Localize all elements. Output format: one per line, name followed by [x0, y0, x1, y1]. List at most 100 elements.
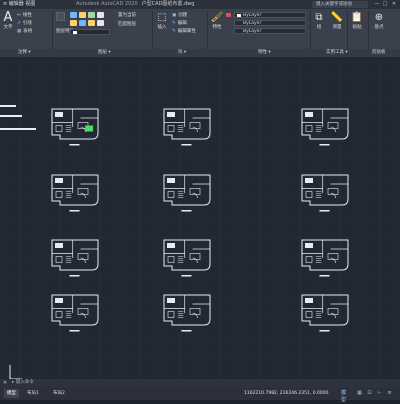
set-current-button[interactable]: 置为当前 — [118, 12, 136, 19]
close-icon[interactable]: ✕ — [3, 379, 7, 387]
floor-plan-d1[interactable] — [51, 294, 99, 332]
staircase — [177, 311, 184, 318]
create-icon: ▣ — [172, 13, 177, 18]
layer-lock-icon[interactable] — [88, 12, 95, 18]
tab-model[interactable]: 模型 — [4, 389, 19, 398]
floor-plan-d3[interactable] — [301, 294, 349, 332]
sheet-title-line — [319, 210, 330, 212]
drawing-area[interactable] — [0, 57, 400, 379]
panel-divider — [152, 11, 153, 49]
ribbon-panel-labels: 注释 ▾ 图层 ▾ 块 ▾ 特性 ▾ 实用工具 ▾ 剪贴板 — [0, 49, 400, 57]
linear-dimension-button[interactable]: ↔ 线性 — [17, 12, 32, 19]
panel-label-clipboard[interactable]: 剪贴板 — [372, 49, 386, 57]
panel-label-layers[interactable]: 图层 ▾ — [98, 49, 111, 57]
linetype-dropdown[interactable]: ByLayer — [234, 20, 306, 26]
table-button[interactable]: ▦ 表格 — [17, 28, 32, 35]
layer-on-icon[interactable] — [70, 12, 77, 18]
leader-button[interactable]: ↗ 引线 — [17, 20, 32, 27]
layer-merge-icon[interactable] — [97, 20, 104, 26]
layer-swatch — [73, 31, 77, 34]
panel-divider — [368, 11, 369, 49]
floor-plan-c2[interactable] — [163, 239, 211, 277]
panel-label-block[interactable]: 块 ▾ — [178, 49, 186, 57]
furniture-block — [305, 125, 313, 132]
sheet-title-line — [181, 210, 192, 212]
furniture-block — [305, 256, 313, 263]
staircase — [315, 191, 322, 198]
tab-layout1[interactable]: 布局1 — [24, 389, 42, 398]
maximize-button[interactable]: □ — [382, 1, 388, 7]
model-space-label[interactable]: 模型 — [340, 390, 347, 403]
floor-plan-b3[interactable] — [301, 174, 349, 212]
paste-button-label: 粘贴 — [352, 25, 362, 30]
text-button[interactable]: A 文字 — [2, 11, 14, 31]
settings-menu-icon[interactable]: ≡ — [386, 390, 393, 397]
floor-plan-a1[interactable] — [51, 108, 99, 146]
minimize-button[interactable]: — — [374, 1, 380, 7]
drawing-canvas[interactable] — [0, 57, 400, 379]
floor-plan-a3[interactable] — [301, 108, 349, 146]
panel-label-properties[interactable]: 特性 ▾ — [258, 49, 271, 57]
edit-block-button[interactable]: ✎ 编辑 — [172, 20, 187, 27]
measure-button[interactable]: 📏 测量 — [330, 11, 344, 31]
command-input[interactable]: ▸ 键入命令 — [12, 379, 34, 387]
grid-toggle-icon[interactable]: ▦ — [356, 390, 363, 397]
group-button[interactable]: ⧉ 组 — [313, 11, 325, 31]
sheet-title-line — [181, 275, 192, 277]
color-swatch — [237, 14, 241, 17]
text-icon: A — [3, 10, 13, 25]
furniture-block — [305, 311, 313, 318]
file-name: 户型CAD图纸布置.dwg — [141, 1, 195, 7]
edit-attributes-button[interactable]: ✎ 编辑属性 — [172, 28, 196, 35]
door-swing — [80, 126, 86, 133]
base-point-button[interactable]: ⊕ 基点 — [372, 11, 386, 31]
fixture-block — [55, 298, 63, 303]
close-button[interactable]: ✕ — [391, 1, 397, 7]
base-point-icon: ⊕ — [374, 12, 384, 23]
snap-toggle-icon[interactable]: ⊡ — [366, 390, 373, 397]
sheet-title-line — [181, 330, 192, 332]
match-properties-button[interactable]: 🖌 特性 — [210, 11, 224, 31]
layer-color-icon[interactable] — [97, 12, 104, 18]
search-input[interactable]: 键入关键字或短语 — [312, 1, 368, 8]
text-button-label: 文字 — [3, 25, 13, 30]
layer-properties-icon[interactable] — [56, 12, 65, 21]
fixture-block — [305, 243, 313, 248]
group-icon: ⧉ — [315, 12, 323, 23]
measure-button-label: 测量 — [332, 25, 342, 30]
layer-isolate-icon[interactable] — [70, 20, 77, 26]
staircase — [65, 256, 72, 263]
panel-label-utilities[interactable]: 实用工具 ▾ — [326, 49, 348, 57]
insert-button[interactable]: ⬚ 插入 — [155, 11, 169, 31]
furniture-block — [167, 125, 175, 132]
create-block-button[interactable]: ▣ 创建 — [172, 12, 187, 19]
quick-access-menu[interactable]: ≡ 编辑器 视图 — [3, 0, 35, 9]
tab-layout2[interactable]: 布局2 — [50, 389, 68, 398]
staircase — [65, 191, 72, 198]
layer-freeze-icon[interactable] — [79, 12, 86, 18]
floor-plan-b1[interactable] — [51, 174, 99, 212]
match-layer-button[interactable]: 匹配图层 — [118, 21, 136, 28]
staircase — [315, 125, 322, 132]
layer-walk-icon[interactable] — [79, 20, 86, 26]
panel-label-annotation[interactable]: 注释 ▾ — [18, 49, 31, 57]
lineweight-dropdown[interactable]: ByLayer — [234, 28, 306, 34]
app-name: Autodesk AutoCAD 2020 — [76, 1, 138, 7]
panel-divider — [52, 11, 53, 49]
floor-plan-c1[interactable] — [51, 239, 99, 277]
door-swing — [192, 126, 198, 133]
floor-plan-c3[interactable] — [301, 239, 349, 277]
dimension-icon: ↔ — [17, 13, 21, 18]
paste-button[interactable]: 📋 粘贴 — [350, 11, 364, 31]
floor-plan-d2[interactable] — [163, 294, 211, 332]
ortho-toggle-icon[interactable]: ⊢ — [376, 390, 383, 397]
sheet-title-line — [319, 330, 330, 332]
floor-plan-b2[interactable] — [163, 174, 211, 212]
layer-off-icon[interactable] — [88, 20, 95, 26]
clipboard-icon: 📋 — [350, 12, 364, 23]
command-line[interactable]: ✕ ▸ 键入命令 — [0, 379, 400, 387]
color-dropdown[interactable]: ByLayer — [234, 12, 306, 18]
floor-plan-a2[interactable] — [163, 108, 211, 146]
selected-object[interactable] — [85, 125, 94, 132]
layer-dropdown[interactable] — [70, 29, 110, 35]
